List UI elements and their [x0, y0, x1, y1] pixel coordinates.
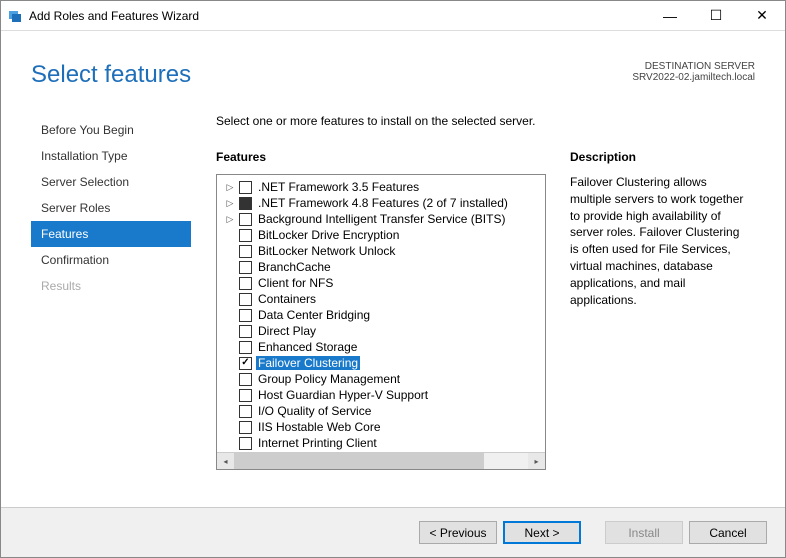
feature-checkbox[interactable] — [239, 293, 252, 306]
feature-label[interactable]: Direct Play — [256, 324, 318, 338]
destination-server: SRV2022-02.jamiltech.local — [632, 72, 755, 83]
destination-info: DESTINATION SERVER SRV2022-02.jamiltech.… — [632, 61, 755, 83]
feature-checkbox[interactable] — [239, 197, 252, 210]
feature-checkbox[interactable] — [239, 357, 252, 370]
feature-row[interactable]: ▷ .NET Framework 3.5 Features — [219, 179, 543, 195]
feature-checkbox[interactable] — [239, 437, 252, 450]
feature-row[interactable]: Data Center Bridging — [219, 307, 543, 323]
feature-label[interactable]: Internet Printing Client — [256, 436, 379, 450]
install-button: Install — [605, 521, 683, 544]
feature-label[interactable]: Host Guardian Hyper-V Support — [256, 388, 430, 402]
feature-row[interactable]: BitLocker Network Unlock — [219, 243, 543, 259]
horizontal-scrollbar[interactable]: ◂ ▸ — [217, 452, 545, 469]
feature-checkbox[interactable] — [239, 389, 252, 402]
scroll-track[interactable] — [234, 453, 528, 469]
feature-checkbox[interactable] — [239, 405, 252, 418]
step-results: Results — [31, 273, 191, 299]
feature-label[interactable]: Containers — [256, 292, 318, 306]
feature-checkbox[interactable] — [239, 325, 252, 338]
cancel-button[interactable]: Cancel — [689, 521, 767, 544]
feature-row[interactable]: IIS Hostable Web Core — [219, 419, 543, 435]
wizard-steps: Before You Begin Installation Type Serve… — [31, 99, 191, 470]
feature-checkbox[interactable] — [239, 245, 252, 258]
feature-row[interactable]: ▷ Background Intelligent Transfer Service… — [219, 211, 543, 227]
feature-checkbox[interactable] — [239, 213, 252, 226]
feature-label[interactable]: .NET Framework 4.8 Features (2 of 7 inst… — [256, 196, 510, 210]
step-features[interactable]: Features — [31, 221, 191, 247]
next-button[interactable]: Next > — [503, 521, 581, 544]
window-controls: — ☐ ✕ — [647, 1, 785, 31]
feature-label[interactable]: BitLocker Network Unlock — [256, 244, 397, 258]
features-list[interactable]: ▷ .NET Framework 3.5 Features ▷ .NET Framew… — [217, 175, 545, 452]
feature-checkbox[interactable] — [239, 229, 252, 242]
feature-checkbox[interactable] — [239, 373, 252, 386]
features-heading: Features — [216, 150, 546, 164]
expand-icon[interactable]: ▷ — [225, 198, 235, 209]
scroll-left-arrow[interactable]: ◂ — [217, 453, 234, 469]
previous-button[interactable]: < Previous — [419, 521, 497, 544]
description-heading: Description — [570, 150, 750, 164]
instruction-text: Select one or more features to install o… — [216, 114, 760, 128]
feature-label[interactable]: Group Policy Management — [256, 372, 402, 386]
feature-label[interactable]: Enhanced Storage — [256, 340, 359, 354]
feature-row[interactable]: I/O Quality of Service — [219, 403, 543, 419]
feature-row[interactable]: Enhanced Storage — [219, 339, 543, 355]
feature-label[interactable]: Background Intelligent Transfer Service … — [256, 212, 507, 226]
wizard-footer: < Previous Next > Install Cancel — [1, 507, 785, 557]
feature-row[interactable]: BranchCache — [219, 259, 543, 275]
feature-label[interactable]: Client for NFS — [256, 276, 335, 290]
close-button[interactable]: ✕ — [739, 1, 785, 31]
feature-row[interactable]: Internet Printing Client — [219, 435, 543, 451]
step-server-selection[interactable]: Server Selection — [31, 169, 191, 195]
titlebar: Add Roles and Features Wizard — ☐ ✕ — [1, 1, 785, 31]
feature-row[interactable]: Containers — [219, 291, 543, 307]
feature-label[interactable]: BitLocker Drive Encryption — [256, 228, 401, 242]
feature-label[interactable]: IIS Hostable Web Core — [256, 420, 383, 434]
feature-label[interactable]: Data Center Bridging — [256, 308, 372, 322]
maximize-button[interactable]: ☐ — [693, 1, 739, 31]
feature-label[interactable]: .NET Framework 3.5 Features — [256, 180, 421, 194]
feature-checkbox[interactable] — [239, 181, 252, 194]
feature-checkbox[interactable] — [239, 309, 252, 322]
feature-row[interactable]: Failover Clustering — [219, 355, 543, 371]
destination-label: DESTINATION SERVER — [632, 61, 755, 72]
feature-checkbox[interactable] — [239, 421, 252, 434]
wizard-header: Select features DESTINATION SERVER SRV20… — [1, 31, 785, 99]
feature-row[interactable]: Group Policy Management — [219, 371, 543, 387]
feature-checkbox[interactable] — [239, 261, 252, 274]
feature-label[interactable]: Failover Clustering — [256, 356, 360, 370]
feature-checkbox[interactable] — [239, 277, 252, 290]
scroll-right-arrow[interactable]: ▸ — [528, 453, 545, 469]
app-icon — [7, 8, 23, 24]
feature-row[interactable]: ▷ .NET Framework 4.8 Features (2 of 7 ins… — [219, 195, 543, 211]
feature-row[interactable]: Host Guardian Hyper-V Support — [219, 387, 543, 403]
step-installation-type[interactable]: Installation Type — [31, 143, 191, 169]
expand-icon[interactable]: ▷ — [225, 214, 235, 225]
step-server-roles[interactable]: Server Roles — [31, 195, 191, 221]
window-title: Add Roles and Features Wizard — [29, 9, 199, 23]
feature-label[interactable]: I/O Quality of Service — [256, 404, 373, 418]
page-title: Select features — [31, 61, 191, 89]
step-before-you-begin[interactable]: Before You Begin — [31, 117, 191, 143]
step-confirmation[interactable]: Confirmation — [31, 247, 191, 273]
feature-row[interactable]: Direct Play — [219, 323, 543, 339]
scroll-thumb[interactable] — [234, 453, 484, 469]
feature-label[interactable]: BranchCache — [256, 260, 333, 274]
expand-icon[interactable]: ▷ — [225, 182, 235, 193]
features-tree: ▷ .NET Framework 3.5 Features ▷ .NET Framew… — [216, 174, 546, 470]
feature-row[interactable]: Client for NFS — [219, 275, 543, 291]
minimize-button[interactable]: — — [647, 1, 693, 31]
description-text: Failover Clustering allows multiple serv… — [570, 174, 750, 308]
feature-row[interactable]: BitLocker Drive Encryption — [219, 227, 543, 243]
feature-checkbox[interactable] — [239, 341, 252, 354]
